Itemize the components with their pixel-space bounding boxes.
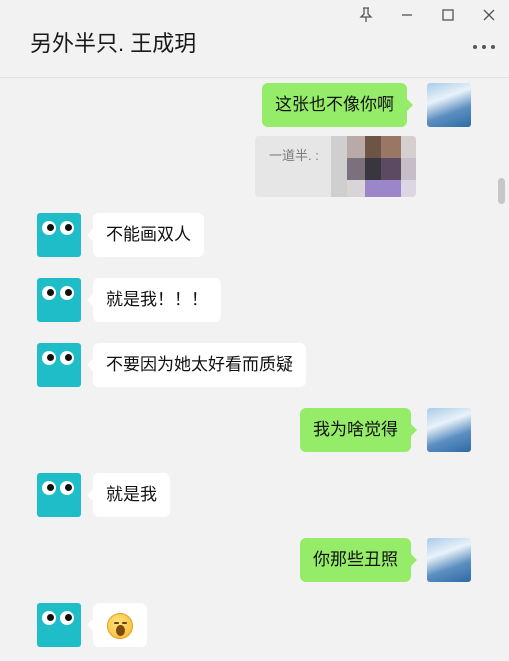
self-avatar[interactable]: [427, 83, 471, 127]
message-bubble-sent[interactable]: 这张也不像你啊: [262, 83, 413, 127]
message-bubble-sent[interactable]: 我为啥觉得: [300, 408, 417, 452]
message-bubble-sent[interactable]: 你那些丑照: [300, 538, 417, 582]
scrollbar-thumb[interactable]: [498, 178, 505, 204]
title-bar: 另外半只. 王成玥: [0, 0, 509, 78]
close-icon[interactable]: [478, 5, 500, 25]
message-list[interactable]: 这张也不像你啊 一道半. : 不能画双人 就是我！！！ 不要因为她太好看而质疑 …: [0, 78, 509, 661]
self-avatar[interactable]: [427, 538, 471, 582]
contact-avatar[interactable]: [37, 603, 81, 647]
contact-avatar[interactable]: [37, 473, 81, 517]
minimize-icon[interactable]: [396, 5, 418, 25]
quoted-sender: 一道半. :: [269, 148, 319, 163]
chat-title: 另外半只. 王成玥: [30, 31, 197, 56]
quoted-image-thumbnail[interactable]: [331, 136, 416, 197]
contact-avatar[interactable]: [37, 343, 81, 387]
maximize-icon[interactable]: [437, 5, 459, 25]
quoted-message[interactable]: 一道半. :: [255, 136, 416, 197]
contact-avatar[interactable]: [37, 213, 81, 257]
message-bubble-received[interactable]: 就是我: [87, 473, 170, 517]
pin-icon[interactable]: [355, 5, 377, 25]
message-bubble-received[interactable]: [87, 603, 147, 647]
face-with-zipper-mouth-emoji: [107, 613, 133, 639]
message-bubble-received[interactable]: 就是我！！！: [87, 278, 221, 322]
message-bubble-received[interactable]: 不能画双人: [87, 213, 204, 257]
more-icon[interactable]: [473, 40, 495, 54]
message-bubble-received[interactable]: 不要因为她太好看而质疑: [87, 343, 306, 387]
self-avatar[interactable]: [427, 408, 471, 452]
contact-avatar[interactable]: [37, 278, 81, 322]
